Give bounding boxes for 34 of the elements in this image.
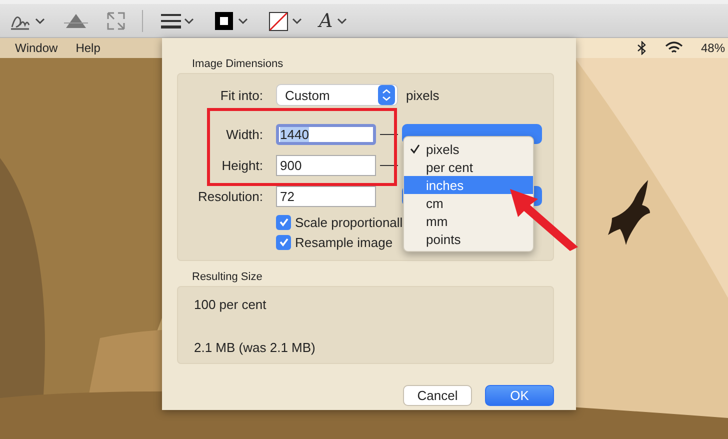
cancel-button[interactable]: Cancel bbox=[403, 385, 472, 406]
field-label: Height: bbox=[220, 158, 263, 172]
result-text: 100 per cent bbox=[194, 297, 268, 312]
battery-percentage: 48% bbox=[700, 41, 725, 55]
input-field[interactable]: 72 bbox=[276, 186, 376, 206]
field-label: Fit into: bbox=[219, 88, 263, 102]
menu-item[interactable]: inches bbox=[404, 176, 533, 194]
field-label: Width: bbox=[225, 126, 263, 142]
input-field[interactable]: 900 bbox=[276, 154, 376, 176]
menu-item[interactable]: pixels bbox=[404, 140, 533, 158]
field-label: Resolution: bbox=[196, 188, 263, 204]
section-title: Resulting Size bbox=[192, 271, 264, 283]
pointer-arrow bbox=[508, 187, 580, 251]
stepper-icon bbox=[378, 85, 395, 105]
unit-label: pixels bbox=[406, 88, 440, 102]
checkbox[interactable] bbox=[276, 234, 291, 250]
ok-button[interactable]: OK bbox=[485, 385, 554, 406]
bluetooth-icon[interactable] bbox=[636, 41, 647, 55]
menu-item[interactable]: points bbox=[404, 230, 533, 248]
checkbox[interactable] bbox=[276, 214, 291, 230]
wifi-icon[interactable] bbox=[664, 41, 683, 55]
input-field[interactable]: 1440 bbox=[276, 124, 376, 144]
checkbox-label: Scale proportionall bbox=[295, 214, 403, 230]
fit-into-popup[interactable]: Custom bbox=[276, 84, 398, 106]
text-style-button[interactable]: A bbox=[319, 10, 348, 32]
menu-item[interactable]: Window bbox=[15, 41, 58, 55]
menu-item[interactable]: per cent bbox=[404, 158, 533, 176]
checkmark-icon bbox=[410, 144, 420, 154]
menu-item[interactable]: mm bbox=[404, 212, 533, 230]
result-text: 2.1 MB (was 2.1 MB) bbox=[194, 340, 316, 355]
caret-icon bbox=[336, 16, 348, 24]
section-title: Image Dimensions bbox=[192, 58, 284, 70]
menu-item[interactable]: Help bbox=[76, 41, 100, 55]
checkbox-label: Resample image bbox=[295, 234, 393, 250]
